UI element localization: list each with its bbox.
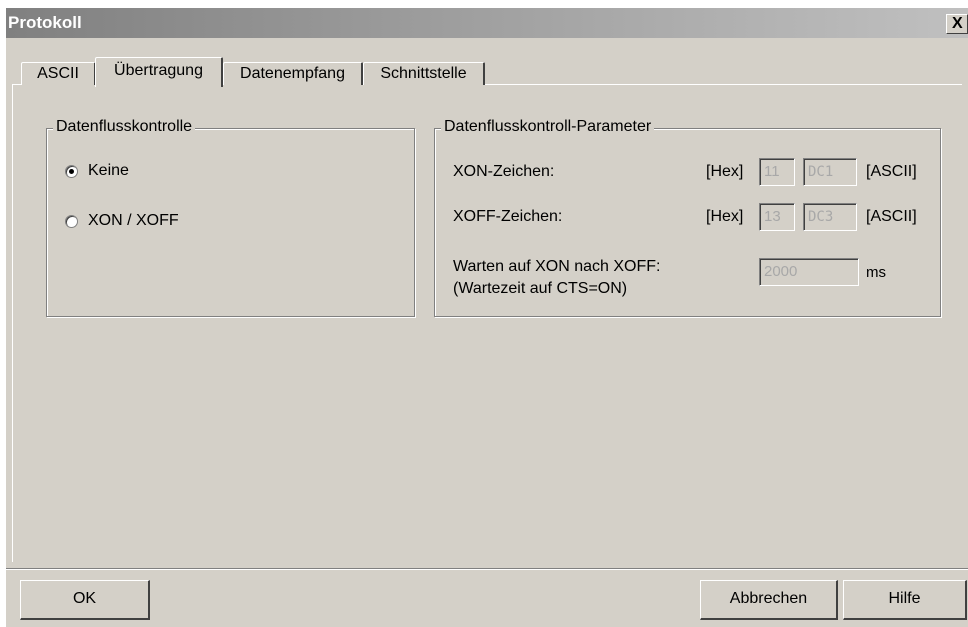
radio-xon-xoff-indicator[interactable] <box>65 214 78 228</box>
radio-none-indicator[interactable] <box>65 164 78 178</box>
xoff-hex-label: [Hex] <box>706 208 744 225</box>
wait-sublabel: (Wartezeit auf CTS=ON) <box>453 280 628 297</box>
tab-schnittstelle[interactable]: Schnittstelle <box>363 62 485 85</box>
cancel-button[interactable]: Abbrechen <box>700 580 838 620</box>
window-title: Protokoll <box>8 13 82 32</box>
radio-xon-xoff[interactable]: XON / XOFF <box>65 212 179 230</box>
xon-hex-label: [Hex] <box>706 163 744 180</box>
wait-unit: ms <box>866 264 886 281</box>
parameters-legend: Datenflusskontroll-Parameter <box>441 118 655 136</box>
xon-ascii-field[interactable]: DC1 <box>803 158 857 186</box>
footer-separator-highlight <box>6 569 968 570</box>
xon-label: XON-Zeichen: <box>453 163 555 180</box>
ok-button[interactable]: OK <box>20 580 150 620</box>
radio-none[interactable]: Keine <box>65 162 129 180</box>
tab-uebertragung-label: Übertragung <box>114 62 203 79</box>
tab-datenempfang-label: Datenempfang <box>240 65 345 82</box>
xon-hex-field[interactable]: 11 <box>759 158 795 186</box>
close-button[interactable]: X <box>946 14 968 34</box>
xoff-label: XOFF-Zeichen: <box>453 208 563 225</box>
flow-control-legend: Datenflusskontrolle <box>53 118 196 136</box>
xon-ascii-label: [ASCII] <box>866 163 917 180</box>
wait-label: Warten auf XON nach XOFF: <box>453 258 661 275</box>
tab-ascii-label: ASCII <box>37 65 79 82</box>
xoff-ascii-field[interactable]: DC3 <box>803 203 857 231</box>
wait-time-field[interactable]: 2000 <box>759 258 859 286</box>
tab-ascii[interactable]: ASCII <box>21 62 96 85</box>
tab-schnittstelle-label: Schnittstelle <box>380 65 467 82</box>
xoff-ascii-label: [ASCII] <box>866 208 917 225</box>
tab-uebertragung[interactable]: Übertragung <box>95 57 223 87</box>
xoff-hex-field[interactable]: 13 <box>759 203 795 231</box>
radio-xon-xoff-label: XON / XOFF <box>88 212 179 229</box>
tab-datenempfang[interactable]: Datenempfang <box>223 62 363 85</box>
title-bar[interactable]: Protokoll X <box>6 8 968 38</box>
help-button[interactable]: Hilfe <box>843 580 967 620</box>
radio-none-label: Keine <box>88 162 129 179</box>
